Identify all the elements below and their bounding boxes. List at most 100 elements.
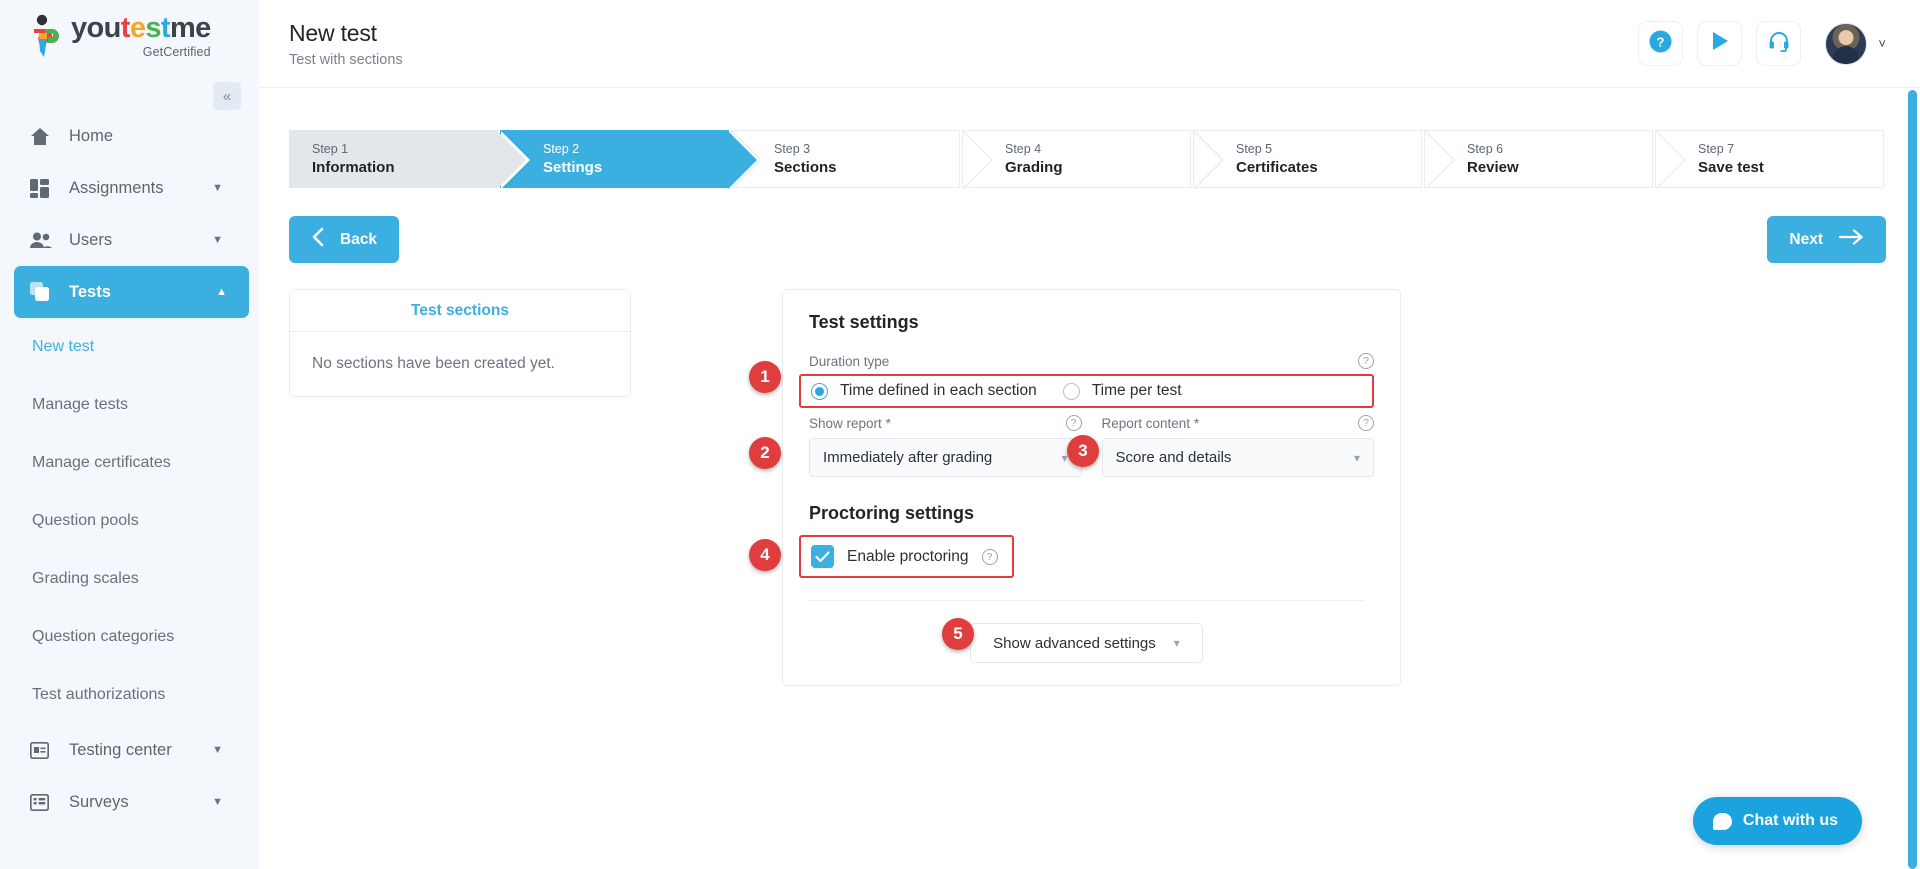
step-3-sections[interactable]: Step 3 Sections [731, 130, 960, 190]
sidebar-item-testing-center[interactable]: Testing center ▼ [0, 724, 259, 776]
sidebar-item-question-categories[interactable]: Question categories [0, 608, 259, 666]
page-heading: New test Test with sections [289, 20, 403, 68]
test-settings-wrap: 1 2 3 4 5 Test settings Duration type ? [749, 289, 1401, 686]
sidebar-item-users[interactable]: Users ▼ [0, 214, 259, 266]
radio-button-icon [811, 382, 828, 400]
report-content-field: Report content * ? Score and details ▾ [1101, 415, 1374, 477]
sidebar-item-assignments[interactable]: Assignments ▼ [0, 162, 259, 214]
radio-time-per-test[interactable]: Time per test [1062, 382, 1182, 400]
page-scrollbar[interactable] [1908, 90, 1917, 869]
sidebar-item-label: Tests [69, 282, 111, 301]
avatar [1825, 22, 1868, 65]
test-settings-title: Test settings [809, 312, 919, 332]
report-content-select[interactable]: Score and details ▾ [1101, 438, 1374, 477]
advanced-settings-row: Show advanced settings ▾ [799, 623, 1374, 663]
step-label: Grading [1005, 159, 1063, 177]
chevron-down-icon: ▼ [212, 234, 223, 246]
next-button-label: Next [1789, 230, 1823, 248]
chevron-left-icon [311, 227, 324, 252]
wizard-stepper: Step 1 Information Step 2 Settings Step … [289, 130, 1886, 190]
sidebar-item-label: Home [69, 126, 114, 145]
chat-label: Chat with us [1742, 812, 1838, 829]
content-area: Step 1 Information Step 2 Settings Step … [259, 130, 1920, 869]
show-report-label: Show report * [809, 415, 891, 431]
help-circle-icon[interactable]: ? [981, 548, 998, 565]
youtestme-logo-icon [28, 14, 62, 58]
help-circle-icon[interactable]: ? [1358, 415, 1374, 431]
page-subtitle: Test with sections [289, 51, 403, 68]
show-report-label-row: Show report * ? [809, 415, 1082, 431]
test-settings-card: Test settings Duration type ? Time defin… [782, 289, 1401, 686]
next-button[interactable]: Next [1767, 216, 1886, 263]
sidebar-item-manage-tests[interactable]: Manage tests [0, 376, 259, 434]
play-icon [1709, 30, 1731, 57]
duration-type-label-row: Duration type ? [799, 353, 1374, 369]
step-number: Step 2 [543, 141, 580, 156]
top-actions: ? ˅ [1638, 21, 1886, 66]
sidebar-item-label: Assignments [69, 178, 164, 197]
sidebar-item-label: Users [69, 230, 113, 249]
sidebar-item-label: Testing center [69, 740, 172, 759]
wizard-nav-buttons: Back Next [289, 216, 1886, 263]
enable-proctoring-highlight: Enable proctoring ? [799, 535, 1014, 578]
sidebar: youtestme GetCertified « Home Assignment… [0, 0, 259, 869]
sidebar-item-tests[interactable]: Tests ▲ [14, 266, 249, 318]
back-button[interactable]: Back [289, 216, 400, 263]
step-arrow [497, 131, 526, 189]
step-label: Save test [1698, 159, 1764, 177]
sidebar-item-test-authorizations[interactable]: Test authorizations [0, 666, 259, 724]
sidebar-item-grading-scales[interactable]: Grading scales [0, 550, 259, 608]
show-advanced-settings-button[interactable]: Show advanced settings ▾ [970, 623, 1203, 663]
step-notch [962, 130, 993, 190]
help-circle-icon[interactable]: ? [1358, 353, 1374, 369]
brand-logo[interactable]: youtestme GetCertified [0, 0, 259, 72]
app-root: youtestme GetCertified « Home Assignment… [0, 0, 1920, 869]
play-tour-button[interactable] [1697, 21, 1743, 66]
show-report-field: Show report * ? Immediately after gradin… [809, 415, 1082, 477]
step-number: Step 1 [312, 141, 349, 156]
step-notch [1655, 130, 1686, 190]
annotation-badge-5: 5 [942, 618, 974, 650]
help-button[interactable]: ? [1638, 21, 1684, 66]
chat-bubble-icon [1712, 812, 1732, 830]
sidebar-item-new-test[interactable]: New test [0, 318, 259, 376]
enable-proctoring-row[interactable]: Enable proctoring ? [811, 545, 998, 568]
chevron-down-icon: ▼ [212, 796, 223, 808]
step-label: Certificates [1236, 159, 1318, 177]
arrow-right-icon [1838, 229, 1864, 250]
enable-proctoring-label: Enable proctoring [847, 547, 969, 565]
step-5-certificates[interactable]: Step 5 Certificates [1193, 130, 1422, 190]
radio-button-icon [1062, 382, 1080, 400]
step-number: Step 6 [1467, 141, 1504, 156]
radio-time-defined-in-each-section[interactable]: Time defined in each section [811, 382, 1037, 400]
checkbox-checked-icon [811, 545, 834, 568]
step-7-save-test[interactable]: Step 7 Save test [1655, 130, 1884, 190]
report-content-value: Score and details [1115, 449, 1232, 466]
chevron-down-icon: ▼ [212, 182, 223, 194]
collapse-sidebar-button[interactable]: « [213, 82, 241, 110]
sidebar-item-question-pools[interactable]: Question pools [0, 492, 259, 550]
show-report-value: Immediately after grading [823, 449, 993, 466]
sidebar-item-manage-certificates[interactable]: Manage certificates [0, 434, 259, 492]
step-1-information[interactable]: Step 1 Information [289, 130, 526, 189]
back-button-label: Back [340, 230, 378, 248]
show-report-select[interactable]: Immediately after grading ▾ [809, 438, 1082, 477]
sidebar-item-label: Surveys [69, 792, 129, 811]
annotation-badge-1: 1 [749, 361, 781, 393]
help-circle-icon[interactable]: ? [1065, 415, 1082, 431]
tests-icon [30, 281, 56, 303]
test-sections-empty-text: No sections have been created yet. [312, 355, 555, 372]
step-label: Settings [543, 159, 603, 177]
chat-with-us-button[interactable]: Chat with us [1692, 797, 1862, 845]
step-number: Step 4 [1005, 141, 1042, 156]
sidebar-nav: Home Assignments ▼ Users ▼ Tests ▲ New t… [0, 110, 259, 828]
user-menu[interactable]: ˅ [1825, 22, 1886, 65]
step-label: Information [312, 159, 395, 177]
step-number: Step 7 [1698, 141, 1735, 156]
step-4-grading[interactable]: Step 4 Grading [962, 130, 1191, 190]
step-2-settings[interactable]: Step 2 Settings [500, 130, 757, 189]
sidebar-item-home[interactable]: Home [0, 110, 259, 162]
support-button[interactable] [1756, 21, 1802, 66]
sidebar-item-surveys[interactable]: Surveys ▼ [0, 776, 259, 828]
step-6-review[interactable]: Step 6 Review [1424, 130, 1653, 190]
